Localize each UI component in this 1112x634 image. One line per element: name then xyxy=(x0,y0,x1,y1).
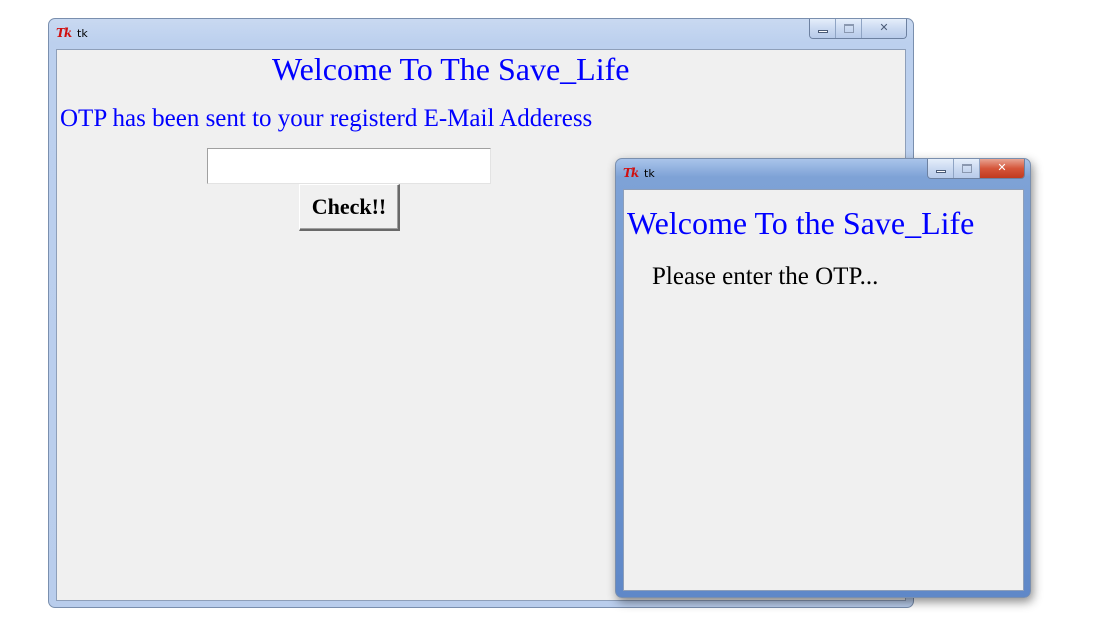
popup-client-area: Welcome To the Save_Life Please enter th… xyxy=(623,189,1024,591)
minimize-icon xyxy=(818,30,828,33)
close-icon: ✕ xyxy=(879,21,889,34)
popup-heading: Welcome To the Save_Life xyxy=(627,205,975,241)
otp-input[interactable] xyxy=(207,148,491,184)
enter-otp-prompt: Please enter the OTP... xyxy=(652,263,879,290)
main-close-button[interactable]: ✕ xyxy=(862,19,906,38)
main-minimize-button[interactable] xyxy=(810,19,836,38)
popup-minimize-button[interactable] xyxy=(928,159,954,178)
main-window-title: tk xyxy=(77,27,88,40)
popup-maximize-button[interactable] xyxy=(954,159,980,178)
tk-logo-icon: Tk xyxy=(56,26,72,40)
close-icon: ✕ xyxy=(997,161,1007,174)
tk-logo-icon: Tk xyxy=(623,166,639,180)
maximize-icon xyxy=(844,24,854,33)
minimize-icon xyxy=(936,170,946,173)
check-button[interactable]: Check!! xyxy=(299,184,400,231)
popup-close-button[interactable]: ✕ xyxy=(980,159,1024,178)
popup-titlebar[interactable]: Tk tk ✕ xyxy=(616,159,1030,187)
otp-sent-message: OTP has been sent to your registerd E-Ma… xyxy=(60,105,593,132)
main-maximize-button[interactable] xyxy=(836,19,862,38)
main-titlebar[interactable]: Tk tk ✕ xyxy=(49,19,913,47)
popup-caption-buttons: ✕ xyxy=(927,159,1025,179)
main-caption-buttons: ✕ xyxy=(809,19,907,39)
popup-window-title: tk xyxy=(644,167,655,180)
maximize-icon xyxy=(962,164,972,173)
main-heading: Welcome To The Save_Life xyxy=(272,51,630,87)
popup-window: Tk tk ✕ Welcome To the Save_Life Please … xyxy=(615,158,1031,598)
